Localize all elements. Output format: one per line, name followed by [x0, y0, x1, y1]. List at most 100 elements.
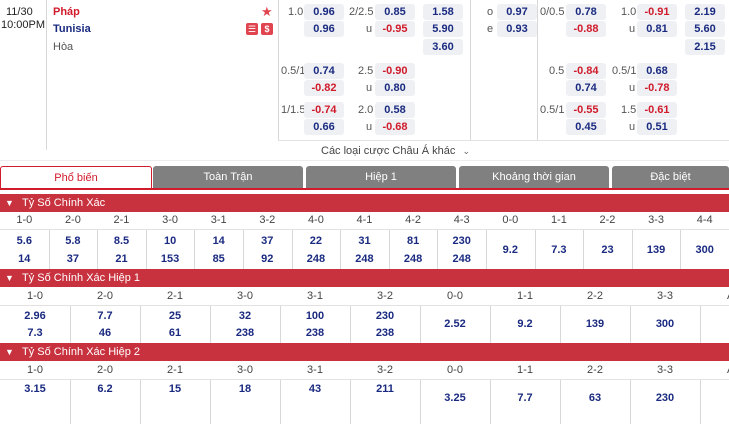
section-header-exact-score[interactable]: ▼ Tỷ Số Chính Xác [0, 194, 729, 212]
odds-cell[interactable]: -0.68 [375, 119, 415, 135]
score-odds-cell[interactable]: 25 [140, 310, 210, 322]
score-odds-cell[interactable]: 15 [140, 383, 210, 395]
odds-cell[interactable]: 3.60 [423, 39, 463, 55]
score-odds-cell[interactable]: 248 [340, 253, 389, 265]
odds-cell[interactable]: -0.61 [637, 102, 677, 118]
odds-cell[interactable]: 5.60 [685, 21, 725, 37]
odds-cell[interactable]: 0.51 [637, 119, 677, 135]
score-odds-cell[interactable]: 7.3 [0, 327, 70, 339]
odds-cell[interactable]: -0.74 [304, 102, 344, 118]
odds-cell[interactable]: -0.55 [566, 102, 606, 118]
odds-cell[interactable]: 0.74 [566, 80, 606, 96]
odds-cell[interactable]: 0.93 [497, 21, 537, 37]
score-odds-cell[interactable]: 248 [389, 253, 438, 265]
star-icon[interactable]: ★ [261, 4, 273, 20]
stats-icon[interactable]: ☰ [246, 23, 258, 35]
tab-full-match[interactable]: Toàn Trận [153, 166, 303, 188]
score-odds-cell[interactable]: 300 [680, 244, 729, 256]
odds-cell[interactable]: 0.74 [304, 63, 344, 79]
score-odds-cell[interactable]: 2.52 [420, 318, 490, 330]
odds-cell[interactable]: 0.97 [497, 4, 537, 20]
tab-popular[interactable]: Phổ biến [0, 166, 152, 188]
score-odds-cell[interactable]: 230 [630, 392, 700, 404]
odds-cell[interactable]: 0.81 [637, 21, 677, 37]
score-odds-cell[interactable]: 63 [560, 392, 630, 404]
score-odds-cell[interactable]: 100 [280, 310, 350, 322]
score-odds-cell[interactable]: 85 [194, 253, 243, 265]
score-odds-cell[interactable]: 230 [350, 310, 420, 322]
score-odds-cell[interactable]: 211 [350, 383, 420, 395]
odds-cell[interactable]: 1.58 [423, 4, 463, 20]
odds-cell[interactable]: -0.78 [637, 80, 677, 96]
tab-time-period[interactable]: Khoảng thời gian [459, 166, 609, 188]
score-odds-cell[interactable]: 9.2 [486, 244, 535, 256]
home-team[interactable]: Pháp [53, 6, 80, 18]
score-odds-cell[interactable]: 139 [560, 318, 630, 330]
score-odds-cell[interactable]: 2.96 [0, 310, 70, 322]
score-odds-cell[interactable]: 8.5 [97, 235, 146, 247]
odds-cell[interactable]: -0.82 [304, 80, 344, 96]
score-odds-cell[interactable]: 300 [630, 318, 700, 330]
score-odds-cell[interactable]: 14 [0, 253, 49, 265]
dollar-icon[interactable]: $ [261, 23, 273, 35]
score-odds-cell[interactable]: 61 [140, 327, 210, 339]
odds-cell[interactable]: -0.95 [375, 21, 415, 37]
score-odds-cell[interactable]: 37 [49, 253, 98, 265]
odds-cell[interactable]: 0.45 [566, 119, 606, 135]
score-odds-cell[interactable]: 46 [70, 327, 140, 339]
score-odds-cell[interactable]: 21 [97, 253, 146, 265]
odds-cell[interactable]: 2.19 [685, 4, 725, 20]
score-odds-cell[interactable]: 139 [632, 244, 681, 256]
score-odds-cell[interactable]: 23 [583, 244, 632, 256]
odds-cell[interactable]: 2.15 [685, 39, 725, 55]
odds-cell[interactable]: 0.96 [304, 21, 344, 37]
divider [420, 380, 421, 424]
score-odds-cell[interactable]: 230 [437, 235, 486, 247]
score-odds-cell[interactable]: 22 [292, 235, 341, 247]
score-odds-cell[interactable]: 6.2 [70, 383, 140, 395]
tab-first-half[interactable]: Hiệp 1 [306, 166, 456, 188]
score-odds-cell[interactable]: 32 [210, 310, 280, 322]
odds-cell[interactable]: 0.68 [637, 63, 677, 79]
score-column-header: 3-0 [237, 290, 253, 302]
odds-cell[interactable]: -0.90 [375, 63, 415, 79]
divider [0, 305, 729, 306]
odds-cell[interactable]: -0.91 [637, 4, 677, 20]
odds-cell[interactable]: 5.90 [423, 21, 463, 37]
score-odds-cell[interactable]: 9.2 [490, 318, 560, 330]
score-odds-cell[interactable]: 238 [350, 327, 420, 339]
score-odds-cell[interactable]: 153 [146, 253, 195, 265]
score-odds-cell[interactable]: 3.15 [0, 383, 70, 395]
score-odds-cell[interactable]: 248 [437, 253, 486, 265]
score-odds-cell[interactable]: 248 [292, 253, 341, 265]
score-odds-cell[interactable]: 7.7 [70, 310, 140, 322]
score-odds-cell[interactable]: 3.25 [420, 392, 490, 404]
score-odds-cell[interactable]: 5.6 [0, 235, 49, 247]
score-odds-cell[interactable]: 10 [146, 235, 195, 247]
score-odds-cell[interactable]: 7.7 [490, 392, 560, 404]
odds-cell[interactable]: 0.66 [304, 119, 344, 135]
more-asian-bets-link[interactable]: Các loại cược Châu Á khác ⌄ [321, 145, 470, 157]
score-odds-cell[interactable]: 7.3 [535, 244, 584, 256]
section-header-exact-score-h1[interactable]: ▼ Tỷ Số Chính Xác Hiệp 1 [0, 269, 729, 287]
score-odds-cell[interactable]: 18 [210, 383, 280, 395]
score-odds-cell[interactable]: 43 [280, 383, 350, 395]
score-odds-cell[interactable]: 5.8 [49, 235, 98, 247]
odds-cell[interactable]: -0.88 [566, 21, 606, 37]
score-odds-cell[interactable]: 31 [340, 235, 389, 247]
score-odds-cell[interactable]: 92 [243, 253, 292, 265]
score-odds-cell[interactable]: 81 [389, 235, 438, 247]
tab-special[interactable]: Đặc biệt [612, 166, 729, 188]
odds-cell[interactable]: -0.84 [566, 63, 606, 79]
odds-cell[interactable]: 0.85 [375, 4, 415, 20]
odds-cell[interactable]: 0.58 [375, 102, 415, 118]
score-odds-cell[interactable]: 238 [280, 327, 350, 339]
odds-cell[interactable]: 0.78 [566, 4, 606, 20]
odds-cell[interactable]: 0.96 [304, 4, 344, 20]
score-odds-cell[interactable]: 37 [243, 235, 292, 247]
odds-cell[interactable]: 0.80 [375, 80, 415, 96]
away-team[interactable]: Tunisia [53, 23, 91, 35]
score-odds-cell[interactable]: 14 [194, 235, 243, 247]
section-header-exact-score-h2[interactable]: ▼ Tỷ Số Chính Xác Hiệp 2 [0, 343, 729, 361]
score-odds-cell[interactable]: 238 [210, 327, 280, 339]
